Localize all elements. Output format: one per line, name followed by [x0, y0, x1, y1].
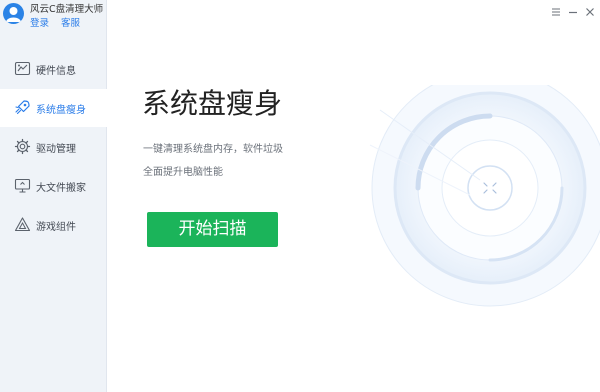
login-link[interactable]: 登录: [30, 15, 49, 29]
app-window: 风云C盘清理大师 登录 客服 硬件信息 系统盘瘦身 驱动管理 大文件搬家 游戏组…: [0, 0, 600, 392]
avatar[interactable]: [3, 3, 24, 24]
start-scan-button[interactable]: 开始扫描: [147, 212, 278, 247]
customer-service-link[interactable]: 客服: [61, 15, 80, 29]
hardware-info-icon: [14, 60, 31, 77]
minimize-icon[interactable]: [566, 4, 580, 18]
sidebar-item-label: 大文件搬家: [36, 183, 86, 194]
radar-decoration: [369, 85, 600, 307]
sidebar-item-game-components[interactable]: 游戏组件: [0, 206, 107, 244]
sidebar-item-label: 硬件信息: [36, 66, 76, 77]
sidebar-item-label: 游戏组件: [36, 222, 76, 233]
sidebar-item-label: 驱动管理: [36, 144, 76, 155]
menu-icon[interactable]: [549, 4, 563, 18]
close-icon[interactable]: [583, 4, 597, 18]
sidebar: 风云C盘清理大师 登录 客服 硬件信息 系统盘瘦身 驱动管理 大文件搬家 游戏组…: [0, 0, 108, 392]
gear-icon: [14, 138, 31, 155]
description-line-2: 全面提升电脑性能: [143, 167, 223, 178]
page-title: 系统盘瘦身: [142, 87, 283, 120]
sidebar-item-label: 系统盘瘦身: [36, 105, 86, 116]
rocket-icon: [14, 99, 31, 116]
sidebar-item-hardware-info[interactable]: 硬件信息: [0, 50, 107, 88]
monitor-icon: [14, 177, 31, 194]
description-line-1: 一键清理系统盘内存，软件垃圾: [143, 144, 283, 155]
sidebar-item-driver-management[interactable]: 驱动管理: [0, 128, 107, 166]
app-title: 风云C盘清理大师: [30, 4, 104, 15]
triangle-icon: [14, 216, 31, 233]
user-profile: 风云C盘清理大师 登录 客服: [0, 0, 107, 40]
sidebar-item-system-slim[interactable]: 系统盘瘦身: [0, 89, 108, 127]
sidebar-item-large-file-move[interactable]: 大文件搬家: [0, 167, 107, 205]
